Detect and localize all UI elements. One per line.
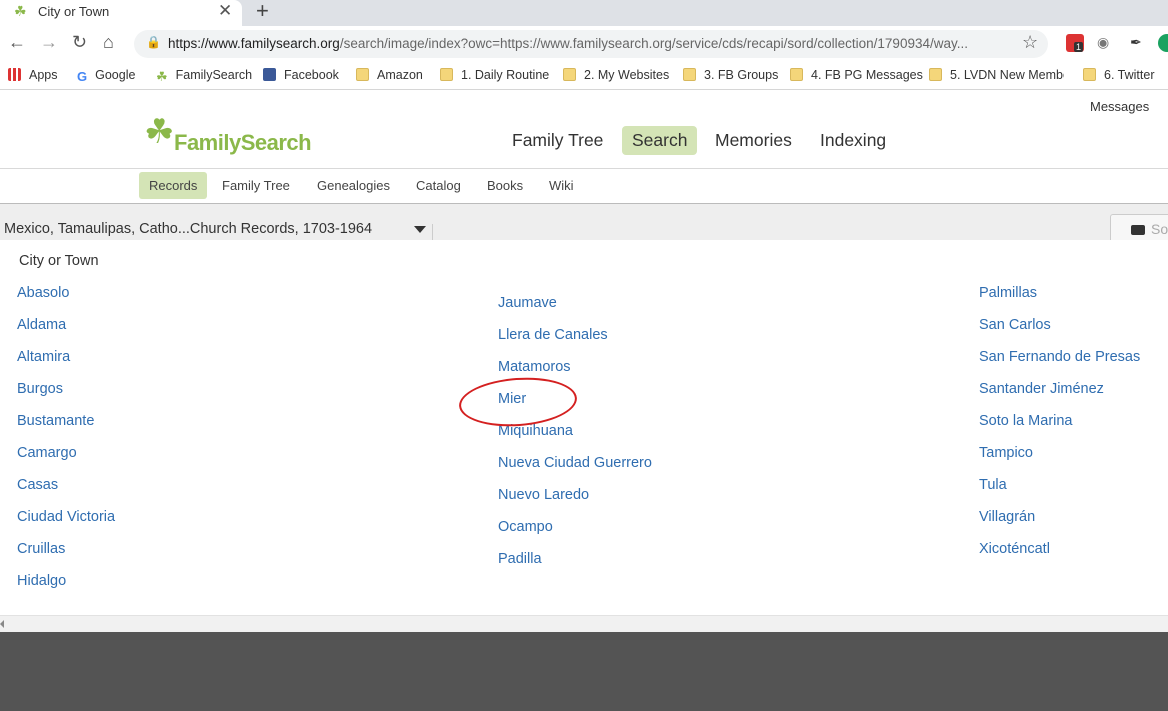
subnav-family-tree[interactable]: Family Tree	[222, 178, 290, 193]
familysearch-tree-icon: ☘	[156, 69, 168, 84]
nav-search[interactable]: Search	[622, 126, 698, 155]
town-link[interactable]: Cruillas	[17, 541, 65, 557]
town-link[interactable]: Tampico	[979, 445, 1033, 461]
bookmark-twitter[interactable]: 6. Twitter	[1083, 68, 1154, 82]
header-divider	[0, 168, 1168, 169]
town-link[interactable]: Altamira	[17, 349, 70, 365]
folder-icon	[563, 68, 576, 81]
bookmark-lvdn-new-members[interactable]: 5. LVDN New Membe	[929, 68, 1064, 82]
collection-bar: Mexico, Tamaulipas, Catho...Church Recor…	[0, 204, 1168, 244]
town-link[interactable]: Ciudad Victoria	[17, 509, 115, 525]
page-footer-area	[0, 632, 1168, 711]
dropdown-caret-icon[interactable]	[414, 226, 426, 233]
hand-drawn-circle-annotation	[457, 373, 579, 431]
profile-extension-icon[interactable]	[1158, 34, 1168, 52]
bookmark-google[interactable]: G Google	[77, 68, 135, 84]
back-arrow-icon[interactable]: ←	[8, 32, 26, 53]
extension-badge: 1	[1074, 42, 1084, 52]
sort-icon	[1131, 225, 1145, 235]
town-link[interactable]: Camargo	[17, 445, 77, 461]
town-link[interactable]: Nuevo Laredo	[498, 487, 589, 503]
subnav-catalog[interactable]: Catalog	[416, 178, 461, 193]
town-link[interactable]: Casas	[17, 477, 58, 493]
town-link[interactable]: Xicoténcatl	[979, 541, 1050, 557]
town-link[interactable]: Llera de Canales	[498, 327, 608, 343]
folder-icon	[683, 68, 696, 81]
familysearch-tree-icon: ☘	[14, 3, 27, 19]
url-text[interactable]: https://www.familysearch.org/search/imag…	[168, 36, 1010, 51]
bookmark-apps[interactable]: Apps	[8, 68, 58, 82]
subnav-wiki[interactable]: Wiki	[549, 178, 574, 193]
eyedropper-icon[interactable]: ✒	[1130, 34, 1148, 52]
tab-title: City or Town	[38, 4, 110, 19]
folder-icon	[790, 68, 803, 81]
browser-tab-strip: ☘ City or Town ✕ +	[0, 0, 1168, 26]
nav-memories[interactable]: Memories	[715, 130, 792, 151]
town-link[interactable]: Nueva Ciudad Guerrero	[498, 455, 652, 471]
folder-icon	[929, 68, 942, 81]
new-tab-icon[interactable]: +	[256, 0, 269, 24]
town-link[interactable]: Jaumave	[498, 295, 557, 311]
bookmark-star-icon[interactable]: ☆	[1022, 32, 1038, 53]
lock-icon: 🔒	[146, 35, 161, 49]
bookmark-facebook[interactable]: Facebook	[263, 68, 339, 82]
town-link[interactable]: Bustamante	[17, 413, 94, 429]
google-icon: G	[77, 69, 88, 84]
town-link[interactable]: Santander Jiménez	[979, 381, 1104, 397]
section-title: City or Town	[19, 253, 99, 269]
apps-grid-icon	[8, 68, 21, 81]
town-link[interactable]: Palmillas	[979, 285, 1037, 301]
bookmark-my-websites[interactable]: 2. My Websites	[563, 68, 669, 82]
forward-arrow-icon[interactable]: →	[40, 32, 58, 53]
facebook-icon	[263, 68, 276, 81]
folder-icon	[440, 68, 453, 81]
logo-text: FamilySearch	[174, 130, 312, 155]
collection-title[interactable]: Mexico, Tamaulipas, Catho...Church Recor…	[4, 221, 372, 237]
address-bar[interactable]: 🔒 https://www.familysearch.org/search/im…	[134, 30, 1048, 58]
browser-toolbar: ← → ↻ ⌂ 🔒 https://www.familysearch.org/s…	[0, 26, 1168, 62]
nav-family-tree[interactable]: Family Tree	[512, 130, 603, 151]
camera-icon[interactable]: ◉	[1097, 34, 1115, 52]
town-link[interactable]: Ocampo	[498, 519, 553, 535]
browse-panel: City or Town Abasolo Aldama Altamira Bur…	[0, 240, 1168, 615]
subnav-books[interactable]: Books	[487, 178, 523, 193]
bookmarks-bar: Apps G Google ☘ FamilySearch Facebook Amaz…	[0, 62, 1168, 90]
messages-link[interactable]: Messages	[1090, 99, 1149, 114]
town-link[interactable]: San Fernando de Presas	[979, 349, 1140, 365]
folder-icon	[1083, 68, 1096, 81]
bookmark-familysearch[interactable]: ☘ FamilySearch	[156, 68, 252, 85]
reload-icon[interactable]: ↻	[72, 32, 87, 53]
extension-icon[interactable]: 1	[1066, 34, 1084, 52]
town-link[interactable]: Padilla	[498, 551, 542, 567]
horizontal-scrollbar[interactable]	[0, 615, 1168, 632]
bookmark-daily-routine[interactable]: 1. Daily Routine	[440, 68, 549, 82]
collection-divider	[432, 224, 433, 240]
browser-tab[interactable]: ☘ City or Town ✕	[0, 0, 242, 26]
bookmark-amazon[interactable]: Amazon	[356, 68, 423, 82]
nav-indexing[interactable]: Indexing	[820, 130, 886, 151]
folder-icon	[356, 68, 369, 81]
subnav-records[interactable]: Records	[139, 172, 208, 199]
sort-label: So	[1151, 221, 1168, 237]
home-icon[interactable]: ⌂	[103, 32, 114, 53]
close-tab-icon[interactable]: ✕	[218, 1, 232, 21]
town-link[interactable]: Hidalgo	[17, 573, 66, 589]
town-link[interactable]: San Carlos	[979, 317, 1051, 333]
town-link[interactable]: Soto la Marina	[979, 413, 1073, 429]
familysearch-tree-icon: ☘	[144, 113, 175, 151]
town-link[interactable]: Burgos	[17, 381, 63, 397]
town-link[interactable]: Tula	[979, 477, 1007, 493]
town-link[interactable]: Villagrán	[979, 509, 1035, 525]
bookmark-fb-pg-messages[interactable]: 4. FB PG Messages	[790, 68, 923, 82]
scroll-left-arrow-icon[interactable]	[0, 620, 4, 628]
town-link[interactable]: Abasolo	[17, 285, 69, 301]
town-link[interactable]: Matamoros	[498, 359, 571, 375]
town-link[interactable]: Aldama	[17, 317, 66, 333]
subnav-genealogies[interactable]: Genealogies	[317, 178, 390, 193]
bookmark-fb-groups[interactable]: 3. FB Groups	[683, 68, 778, 82]
